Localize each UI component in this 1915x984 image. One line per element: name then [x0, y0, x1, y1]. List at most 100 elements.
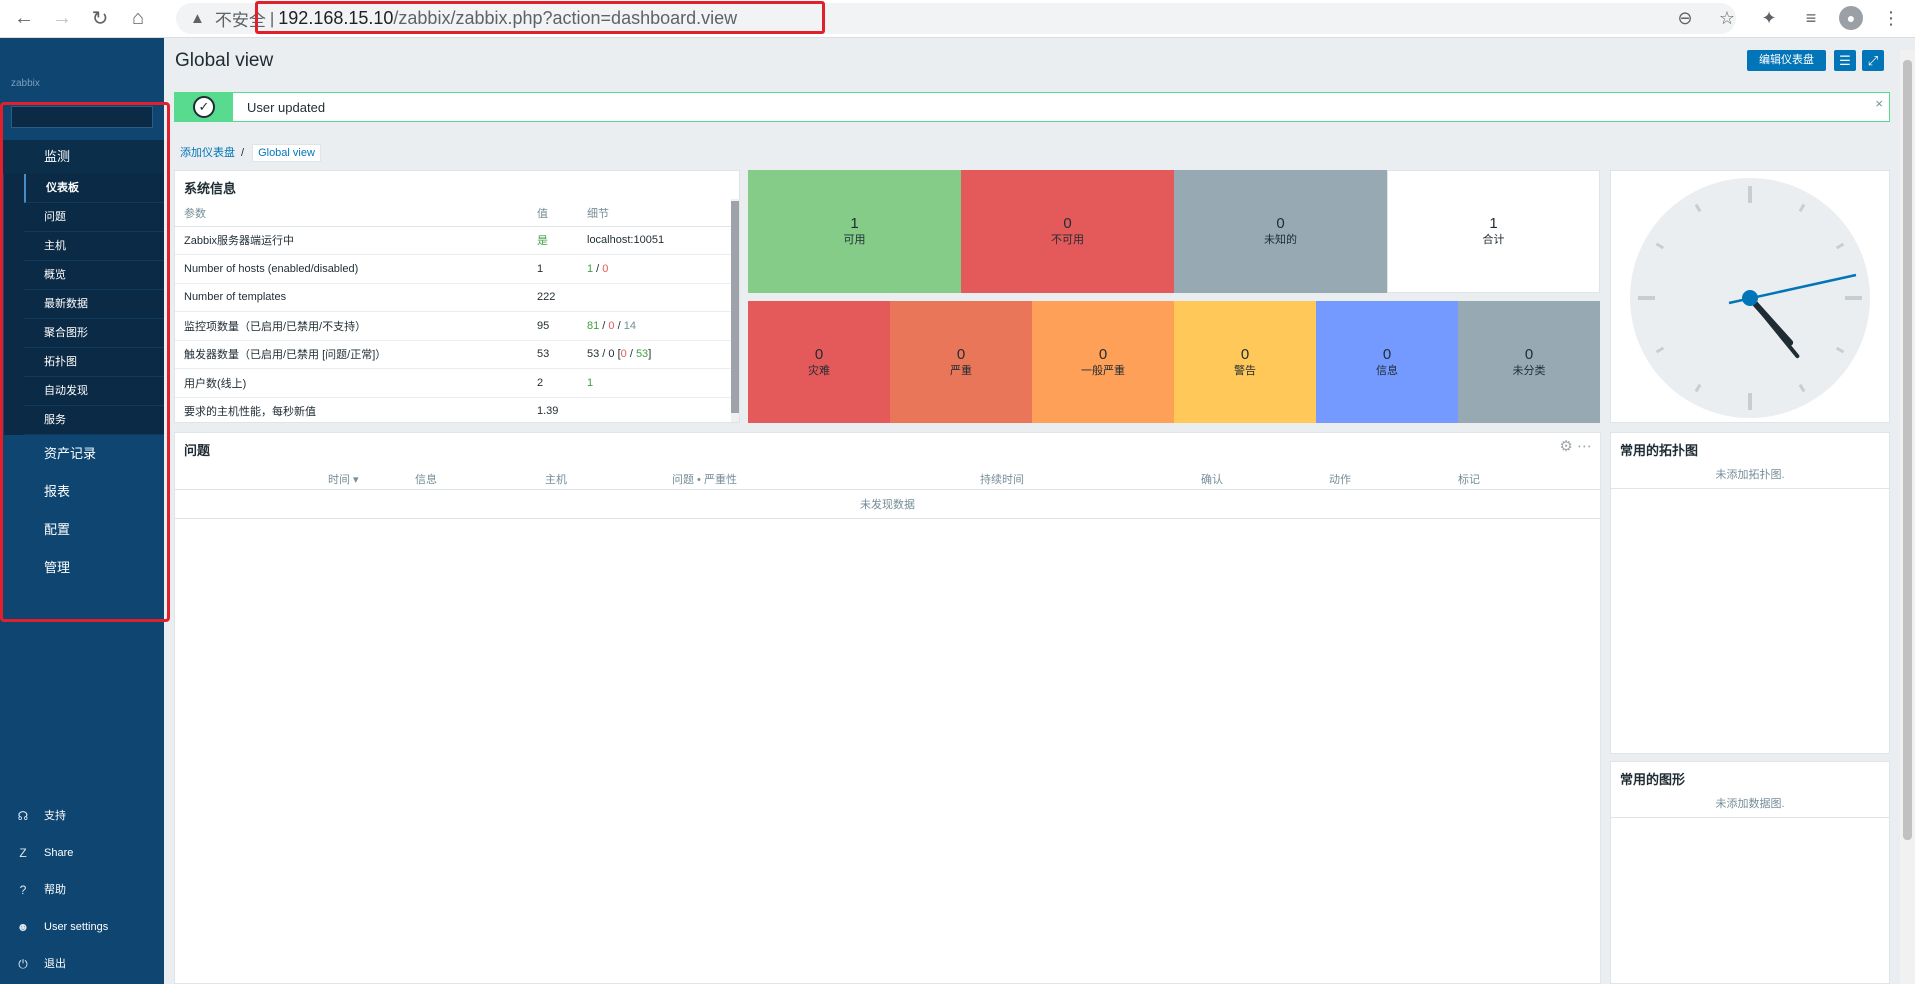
browser-toolbar: ← → ↻ ⌂ ▲ 不安全 | 192.168.15.10/zabbix/zab… — [0, 0, 1915, 38]
user-icon: ☻ — [16, 920, 30, 934]
submenu-item[interactable]: 自动发现 — [24, 377, 164, 406]
sidebar-bottom-item[interactable]: ⏻ 退出 — [0, 946, 164, 983]
value-cell: 是 — [528, 226, 578, 255]
detail-cell: 53 / 0 [0 / 53] — [578, 340, 731, 369]
clock-widget — [1610, 170, 1890, 423]
share-icon: Z — [19, 846, 27, 860]
submenu-item[interactable]: 拓扑图 — [24, 348, 164, 377]
widget-title: 常用的拓扑图 — [1620, 443, 1699, 458]
back-icon[interactable]: ← — [10, 5, 38, 33]
param-cell: Zabbix服务器端运行中 — [175, 226, 528, 255]
forward-icon[interactable]: → — [48, 5, 76, 33]
detail-value: 53 / 0 [ — [587, 348, 621, 361]
extensions-icon[interactable]: ✦ — [1755, 4, 1783, 32]
submenu-item[interactable]: 仪表板 — [24, 174, 164, 203]
param-cell: 要求的主机性能，每秒新值 — [175, 397, 528, 422]
help-icon: ? — [19, 883, 27, 897]
table-row: 监控项数量（已启用/已禁用/不支持） 95 81 / 0 / 14 — [175, 311, 731, 341]
reading-list-icon[interactable]: ≡ — [1797, 4, 1825, 32]
zoom-icon[interactable]: ⊖ — [1671, 4, 1699, 32]
profile-avatar[interactable]: ● — [1839, 6, 1863, 30]
breadcrumb: 添加仪表盘 / Global view — [180, 144, 321, 162]
detail-cell: 81 / 0 / 14 — [578, 311, 731, 341]
detail-cell — [578, 397, 731, 422]
menu-item[interactable]: 报表 — [0, 473, 164, 511]
column-header: 值 — [528, 200, 578, 227]
reload-icon[interactable]: ↻ — [86, 5, 114, 33]
menu-item[interactable]: 管理 — [0, 549, 164, 587]
close-icon[interactable]: × — [1875, 96, 1883, 111]
column-header: 主机 — [545, 474, 567, 486]
status-label: 未知的 — [1264, 234, 1297, 246]
menu-item[interactable]: 配置 — [0, 511, 164, 549]
bookmark-star-icon[interactable]: ☆ — [1713, 4, 1741, 32]
status-label: 未分类 — [1512, 364, 1546, 377]
table-row: 用户数(线上) 2 1 — [175, 368, 731, 398]
severity-cell[interactable]: 0 严重 — [890, 301, 1032, 423]
favorite-maps-widget: 常用的拓扑图 未添加拓扑图. — [1610, 432, 1890, 754]
sidebar-bottom-item[interactable]: ☻ User settings — [0, 909, 164, 946]
sidebar-bottom-item[interactable]: ? 帮助 — [0, 872, 164, 909]
breadcrumb-parent[interactable]: 添加仪表盘 — [180, 147, 235, 159]
sidebar-search-input[interactable] — [11, 106, 153, 128]
detail-value: 81 — [587, 319, 600, 332]
severity-cell[interactable]: 0 一般严重 — [1032, 301, 1174, 423]
value-cell: 1.39 — [528, 397, 578, 422]
param-cell: Number of templates — [175, 283, 528, 312]
warning-icon: ▲ — [190, 10, 205, 27]
home-icon[interactable]: ⌂ — [124, 5, 152, 33]
status-label: 可用 — [843, 234, 866, 246]
column-header: 确认 — [1201, 474, 1223, 486]
submenu-item[interactable]: 问题 — [24, 203, 164, 232]
severity-cell[interactable]: 0 灾难 — [748, 301, 890, 423]
menu-item[interactable]: 资产记录 — [0, 435, 164, 473]
status-label: 信息 — [1376, 364, 1398, 377]
power-icon: ⏻ — [18, 957, 28, 971]
sidebar-bottom-item[interactable]: Z Share — [0, 835, 164, 872]
count-value: 0 — [1063, 215, 1072, 232]
value-cell: 95 — [528, 311, 578, 341]
submenu-item[interactable]: 聚合图形 — [24, 319, 164, 348]
table-row: 要求的主机性能，每秒新值 1.39 — [175, 397, 731, 422]
edit-dashboard-button[interactable]: 编辑仪表盘 — [1747, 50, 1826, 71]
fullscreen-button[interactable]: ⤢ — [1862, 50, 1884, 71]
submenu-item[interactable]: 最新数据 — [24, 290, 164, 319]
dashboard-menu-button[interactable]: ☰ — [1834, 50, 1856, 71]
page-scrollbar[interactable] — [1900, 50, 1915, 984]
problems-header: 时间 ▾ 信息 主机 问题 • 严重性 持续时间 确认 动作 标记 — [175, 466, 1600, 490]
severity-cell[interactable]: 0 警告 — [1174, 301, 1316, 423]
sidebar-bottom-label: 退出 — [44, 958, 66, 970]
count-value: 0 — [956, 345, 966, 363]
success-message: ✓ User updated × — [174, 92, 1890, 122]
favorite-graphs-widget: 常用的图形 未添加数据图. — [1610, 761, 1890, 984]
sidebar-bottom-label: User settings — [44, 921, 109, 933]
detail-value: localhost:10051 — [587, 234, 665, 247]
status-label: 警告 — [1234, 364, 1256, 377]
detail-value: 0 — [602, 262, 609, 275]
host-availability-cell[interactable]: 0 未知的 — [1174, 170, 1387, 293]
host-availability-cell[interactable]: 1 合计 — [1387, 170, 1600, 293]
host-availability-cell[interactable]: 1 可用 — [748, 170, 961, 293]
column-header[interactable]: 时间 ▾ — [328, 471, 359, 487]
severity-cell[interactable]: 0 信息 — [1316, 301, 1458, 423]
check-icon: ✓ — [193, 96, 215, 118]
status-label: 一般严重 — [1081, 364, 1125, 377]
status-label: 严重 — [950, 364, 972, 377]
gear-icon[interactable]: ⚙ — [1559, 438, 1572, 455]
url-text[interactable]: 192.168.15.10/zabbix/zabbix.php?action=d… — [278, 8, 737, 29]
host-availability-cell[interactable]: 0 不可用 — [961, 170, 1174, 293]
submenu-item[interactable]: 服务 — [24, 406, 164, 435]
address-bar[interactable]: ▲ 不安全 | 192.168.15.10/zabbix/zabbix.php?… — [176, 3, 1736, 34]
count-value: 1 — [1489, 215, 1498, 232]
submenu-item[interactable]: 概览 — [24, 261, 164, 290]
more-icon[interactable]: ⋯ — [1577, 438, 1592, 455]
sidebar-bottom-item[interactable]: ☊ 支持 — [0, 798, 164, 835]
severity-cell[interactable]: 0 未分类 — [1458, 301, 1600, 423]
detail-cell: 1 — [578, 368, 731, 398]
breadcrumb-current[interactable]: Global view — [252, 144, 321, 162]
count-value: 0 — [814, 345, 824, 363]
browser-menu-icon[interactable]: ⋮ — [1877, 4, 1905, 32]
menu-monitoring[interactable]: 监测 — [0, 140, 164, 174]
widget-scrollbar[interactable] — [731, 199, 739, 422]
submenu-item[interactable]: 主机 — [24, 232, 164, 261]
